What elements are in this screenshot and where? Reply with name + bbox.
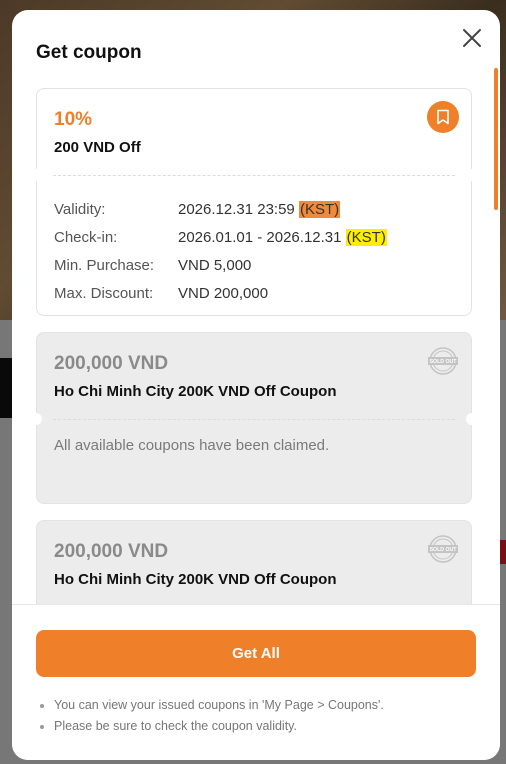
coupon-amount: 10% xyxy=(54,109,93,130)
note-item: Please be sure to check the coupon valid… xyxy=(38,716,478,737)
get-coupon-modal: Get coupon 10% 200 VND Off Validity: 202… xyxy=(12,10,500,760)
ticket-divider xyxy=(53,419,455,420)
coupon-card-sold-out: 200,000 VND Ho Chi Minh City 200K VND Of… xyxy=(36,332,472,504)
detail-value: VND 200,000 xyxy=(178,284,269,302)
ticket-notch xyxy=(36,413,42,425)
detail-value: VND 5,000 xyxy=(178,256,252,274)
coupon-name: Ho Chi Minh City 200K VND Off Coupon xyxy=(54,383,337,400)
coupon-card-sold-out: 200,000 VND Ho Chi Minh City 200K VND Of… xyxy=(36,520,472,604)
sold-out-stamp-icon: SOLD OUT xyxy=(428,535,458,563)
modal-footer: Get All You can view your issued coupons… xyxy=(12,604,500,760)
timezone-badge: (KST) xyxy=(298,200,341,218)
sold-out-stamp-text: SOLD OUT xyxy=(430,359,458,365)
sold-out-message: All available coupons have been claimed. xyxy=(54,437,330,454)
detail-value: 2026.12.31 23:59 (KST) xyxy=(178,200,341,218)
detail-label: Validity: xyxy=(54,200,106,218)
ticket-notch xyxy=(466,413,472,425)
modal-title: Get coupon xyxy=(36,42,142,63)
note-item: You can view your issued coupons in 'My … xyxy=(38,695,478,716)
detail-label: Min. Purchase: xyxy=(54,256,155,274)
sold-out-stamp-text: SOLD OUT xyxy=(430,547,458,553)
get-all-button[interactable]: Get All xyxy=(36,630,476,677)
close-icon xyxy=(463,29,481,47)
checkin-dates: 2026.01.01 - 2026.12.31 xyxy=(178,228,342,246)
ticket-notch xyxy=(36,169,42,181)
detail-row-checkin: Check-in: 2026.01.01 - 2026.12.31 (KST) xyxy=(54,223,454,251)
scrollbar[interactable] xyxy=(494,68,498,608)
notes-list: You can view your issued coupons in 'My … xyxy=(38,695,478,737)
detail-row-min-purchase: Min. Purchase: VND 5,000 xyxy=(54,251,454,279)
detail-row-validity: Validity: 2026.12.31 23:59 (KST) xyxy=(54,195,454,223)
coupon-details: Validity: 2026.12.31 23:59 (KST) Check-i… xyxy=(54,195,454,307)
download-coupon-button[interactable] xyxy=(427,101,459,133)
sold-out-stamp-icon: SOLD OUT xyxy=(428,347,458,375)
close-button[interactable] xyxy=(460,26,484,50)
detail-label: Check-in: xyxy=(54,228,118,246)
coupon-name: Ho Chi Minh City 200K VND Off Coupon xyxy=(54,571,337,588)
coupon-amount: 200,000 VND xyxy=(54,541,169,562)
scrollbar-thumb[interactable] xyxy=(494,68,498,210)
bookmark-icon xyxy=(437,109,449,125)
validity-date: 2026.12.31 23:59 xyxy=(178,200,295,218)
coupon-amount: 200,000 VND xyxy=(54,353,169,374)
ticket-divider xyxy=(53,175,455,176)
detail-row-max-discount: Max. Discount: VND 200,000 xyxy=(54,279,454,307)
coupon-list: 10% 200 VND Off Validity: 2026.12.31 23:… xyxy=(36,88,472,604)
coupon-card: 10% 200 VND Off Validity: 2026.12.31 23:… xyxy=(36,88,472,316)
detail-value: 2026.01.01 - 2026.12.31 (KST) xyxy=(178,228,387,246)
ticket-notch xyxy=(466,169,472,181)
detail-label: Max. Discount: xyxy=(54,284,154,302)
coupon-name: 200 VND Off xyxy=(54,139,141,156)
timezone-badge: (KST) xyxy=(345,228,387,246)
